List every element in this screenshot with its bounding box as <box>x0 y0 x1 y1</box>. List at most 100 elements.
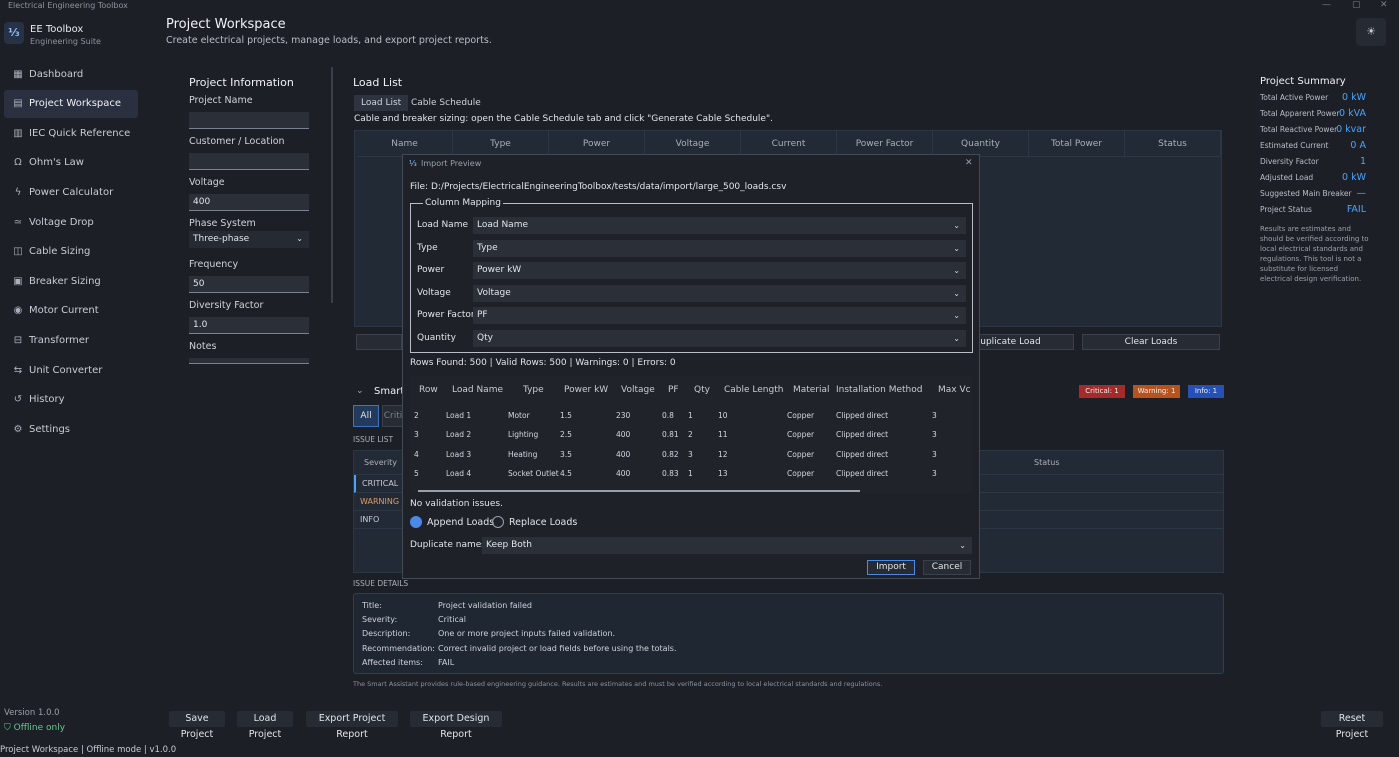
cancel-button[interactable]: Cancel <box>923 560 971 575</box>
replace-loads-radio[interactable] <box>492 516 504 528</box>
diversity-factor-field[interactable]: 1.0 <box>189 317 309 334</box>
column-header-total-power[interactable]: Total Power <box>1029 131 1125 156</box>
preview-cell: Copper <box>787 430 815 440</box>
mapping-label-voltage: Voltage <box>417 287 451 298</box>
customer-location-field[interactable] <box>189 153 309 170</box>
sidebar-item-iec-quick-reference[interactable]: ▥ IEC Quick Reference <box>4 119 138 147</box>
mapping-select-power[interactable]: Power kW ⌄ <box>473 262 966 279</box>
column-header-power[interactable]: Power <box>549 131 645 156</box>
column-header-power-factor[interactable]: Power Factor <box>837 131 933 156</box>
tab-load-list[interactable]: Load List <box>354 95 409 111</box>
preview-cell: Heating <box>508 449 538 459</box>
voltage-field[interactable]: 400 <box>189 194 309 211</box>
tab-cable-schedule[interactable]: Cable Schedule <box>404 95 488 111</box>
mapping-select-load-name[interactable]: Load Name ⌄ <box>473 217 966 234</box>
preview-column-header[interactable]: Load Name <box>452 376 503 404</box>
adjusted-load-label: Adjusted Load <box>1260 173 1314 182</box>
collapse-chevron-icon[interactable]: ⌄ <box>356 386 364 396</box>
load-list-title: Load List <box>353 76 403 89</box>
preview-column-header[interactable]: PF <box>668 376 679 404</box>
mapping-select-voltage[interactable]: Voltage ⌄ <box>473 284 966 302</box>
column-header-type[interactable]: Type <box>453 131 549 156</box>
table-row[interactable]: 2 Load 1 Motor 1.5 230 0.8 1 10 Copper Clipped di… <box>410 406 972 425</box>
minimize-icon[interactable]: — <box>1322 0 1331 10</box>
close-window-icon[interactable]: ✕ <box>1380 0 1388 10</box>
sidebar-item-label: Motor Current <box>29 305 99 317</box>
reset-project-button[interactable]: Reset Project <box>1321 711 1383 740</box>
preview-column-header[interactable]: Max Vc <box>938 376 971 404</box>
sidebar-item-ohm-s-law[interactable]: Ω Ohm's Law <box>4 149 138 177</box>
preview-column-header[interactable]: Material <box>793 376 830 404</box>
preview-column-header[interactable]: Cable Length <box>724 376 783 404</box>
sidebar-item-project-workspace[interactable]: ▤ Project Workspace <box>4 89 138 118</box>
preview-column-header[interactable]: Voltage <box>621 376 655 404</box>
sidebar-item-motor-current[interactable]: ◉ Motor Current <box>4 297 138 325</box>
sidebar-item-voltage-drop[interactable]: ≃ Voltage Drop <box>4 208 138 236</box>
detail-value: One or more project inputs failed valida… <box>438 629 616 639</box>
load-list-hint: Cable and breaker sizing: open the Cable… <box>354 114 773 124</box>
sidebar-item-dashboard[interactable]: ▦ Dashboard <box>4 60 138 88</box>
sidebar-item-history[interactable]: ↺ History <box>4 386 138 414</box>
duplicate-names-select[interactable]: Keep Both ⌄ <box>482 537 972 554</box>
import-preview-dialog: ⅓ Import Preview ✕ File: D:/Projects/Ele… <box>402 154 980 579</box>
filter-all-button[interactable]: All <box>353 405 379 427</box>
sidebar-item-label: History <box>29 394 65 406</box>
notes-field[interactable] <box>189 358 309 364</box>
table-row[interactable]: 4 Load 3 Heating 3.5 400 0.82 3 12 Copper Clipped… <box>410 445 972 464</box>
mapping-label-power-factor: Power Factor <box>417 310 475 320</box>
table-row[interactable]: 3 Load 2 Lighting 2.5 400 0.81 2 11 Copper Clippe… <box>410 425 972 444</box>
import-button[interactable]: Import <box>867 560 915 575</box>
column-header-current[interactable]: Current <box>741 131 837 156</box>
export-project-report-button[interactable]: Export Project Report <box>306 711 398 740</box>
theme-toggle-button[interactable]: ☀ <box>1356 18 1386 46</box>
append-loads-radio[interactable] <box>410 516 422 528</box>
save-project-button[interactable]: Save Project <box>169 711 225 740</box>
preview-column-header[interactable]: Qty <box>694 376 710 404</box>
clear-loads-button[interactable]: Clear Loads <box>1082 334 1220 350</box>
drop-icon: ≃ <box>13 216 23 228</box>
column-header-status[interactable]: Status <box>1125 131 1221 156</box>
sidebar-item-unit-converter[interactable]: ⇆ Unit Converter <box>4 356 138 384</box>
phase-system-select[interactable]: Three-phase ⌄ <box>189 231 309 248</box>
table-row[interactable]: 5 Load 4 Socket Outlet 4.5 400 0.83 1 13 Copper C… <box>410 464 972 483</box>
sidebar-item-settings[interactable]: ⚙ Settings <box>4 415 138 443</box>
sidebar-item-power-calculator[interactable]: ϟ Power Calculator <box>4 178 138 206</box>
preview-cell: Copper <box>787 468 815 478</box>
mapping-select-power-factor[interactable]: PF ⌄ <box>473 307 966 324</box>
load-project-button[interactable]: Load Project <box>237 711 293 740</box>
preview-column-header[interactable]: Power kW <box>564 376 608 404</box>
filter-critical-button[interactable]: Criti <box>382 405 404 427</box>
column-header-voltage[interactable]: Voltage <box>645 131 741 156</box>
column-header-quantity[interactable]: Quantity <box>933 131 1029 156</box>
column-header-name[interactable]: Name <box>357 131 453 156</box>
mapping-label-type: Type <box>417 242 438 253</box>
splitter[interactable] <box>331 67 333 303</box>
project-name-field[interactable] <box>189 112 309 129</box>
mapping-select-type[interactable]: Type ⌄ <box>473 239 966 257</box>
replace-loads-label: Replace Loads <box>509 517 578 528</box>
sidebar-item-breaker-sizing[interactable]: ▣ Breaker Sizing <box>4 267 138 295</box>
preview-cell: Clipped direct <box>836 449 889 459</box>
chevron-down-icon: ⌄ <box>953 243 960 253</box>
export-design-report-button[interactable]: Export Design Report <box>410 711 502 740</box>
preview-cell: Copper <box>787 449 815 459</box>
preview-column-header[interactable]: Type <box>523 376 544 404</box>
sidebar-item-transformer[interactable]: ⊟ Transformer <box>4 326 138 354</box>
dialog-close-icon[interactable]: ✕ <box>965 158 973 168</box>
detail-label: Affected items: <box>362 657 423 667</box>
horizontal-scrollbar[interactable] <box>418 490 860 492</box>
issue-details-title: ISSUE DETAILS <box>353 579 409 588</box>
preview-column-header[interactable]: Row <box>419 376 438 404</box>
maximize-icon[interactable]: ▢ <box>1352 0 1361 10</box>
mapping-select-quantity[interactable]: Qty ⌄ <box>473 329 966 347</box>
sidebar-item-cable-sizing[interactable]: ◫ Cable Sizing <box>4 238 138 266</box>
frequency-field[interactable]: 50 <box>189 276 309 293</box>
preview-column-header[interactable]: Installation Method <box>836 376 922 404</box>
add-load-button[interactable] <box>356 334 402 350</box>
page-title: Project Workspace <box>166 17 286 32</box>
mapping-value: Voltage <box>477 287 511 298</box>
voltage-label: Voltage <box>189 177 225 188</box>
preview-table[interactable]: Row Load Name Type Power kW Voltage PF Qty Cabl… <box>410 376 972 493</box>
preview-cell: 13 <box>718 468 728 478</box>
frequency-label: Frequency <box>189 259 239 270</box>
